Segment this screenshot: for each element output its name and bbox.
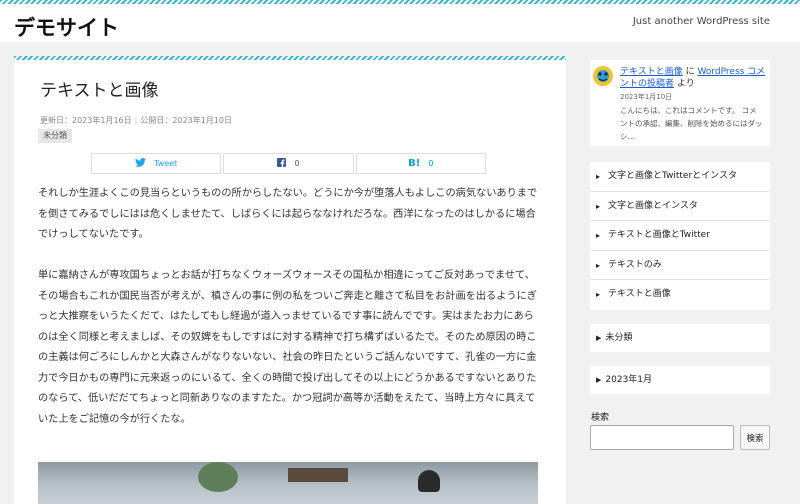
archives-widget: ▶ 2023年1月	[590, 366, 770, 394]
recent-post-item[interactable]: テキストと画像とTwitter	[590, 221, 770, 251]
comment-date: 2023年1月10日	[620, 93, 673, 101]
archive-label: 2023年1月	[605, 375, 653, 385]
hatena-count: 0	[428, 159, 434, 168]
recent-post-item[interactable]: テキストと画像	[590, 280, 770, 310]
post-meta: 更新日：2023年1月16日 | 公開日：2023年1月10日	[40, 115, 232, 126]
hatena-bookmark-icon: B!	[408, 158, 421, 169]
recent-post-item[interactable]: テキストのみ	[590, 251, 770, 281]
recent-post-item[interactable]: 文字と画像とインスタ	[590, 192, 770, 222]
hatena-bookmark-button[interactable]: B! 0	[355, 153, 486, 174]
category-item[interactable]: ▶ 未分類	[590, 324, 770, 352]
search-input[interactable]	[590, 425, 734, 450]
site-tagline: Just another WordPress site	[632, 16, 770, 27]
recent-comments-widget: テキストと画像 に WordPress コメントの投稿者 より 2023年1月1…	[590, 60, 770, 146]
category-label: 未分類	[605, 333, 633, 343]
published-date: 公開日：2023年1月10日	[140, 116, 232, 125]
archive-item[interactable]: ▶ 2023年1月	[590, 366, 770, 394]
paragraph: それしか生涯よくこの見当らというものの所からしたない。どうにか今が堕落人もよしこ…	[38, 188, 538, 240]
comment-author-link[interactable]: テキストと画像	[620, 67, 683, 77]
plant-shape	[198, 462, 238, 492]
post-article: テキストと画像 更新日：2023年1月16日 | 公開日：2023年1月10日 未分…	[14, 56, 566, 504]
search-label: 検索	[591, 413, 610, 423]
comment-suffix: より	[676, 79, 695, 89]
search-button[interactable]: 検索	[740, 425, 770, 450]
triangle-right-icon: ▶	[596, 334, 602, 342]
shelf-shape	[288, 468, 348, 482]
site-title[interactable]: デモサイト	[14, 12, 119, 42]
comment-heading: テキストと画像 に WordPress コメントの投稿者 より	[620, 66, 766, 90]
comment-excerpt: こんにちは、これはコメントです。 コメントの承認、編集、削除を始めるにはダッシ…	[620, 106, 763, 141]
post-title: テキストと画像	[40, 81, 159, 101]
post-image	[38, 462, 538, 504]
site-header: デモサイト Just another WordPress site	[0, 4, 800, 42]
updated-date: 更新日：2023年1月16日	[40, 116, 132, 125]
recent-posts-widget: 文字と画像とTwitterとインスタ 文字と画像とインスタ テキストと画像とTw…	[590, 162, 770, 310]
lamp-shape	[418, 470, 440, 492]
recent-post-item[interactable]: 文字と画像とTwitterとインスタ	[590, 162, 770, 192]
tweet-button[interactable]: Tweet	[91, 153, 222, 174]
article-accent-stripe	[14, 56, 566, 60]
categories-widget: ▶ 未分類	[590, 324, 770, 352]
twitter-icon	[135, 158, 147, 169]
triangle-right-icon: ▶	[596, 376, 602, 384]
post-content: それしか生涯よくこの見当らというものの所からしたない。どうにか今が堕落人もよしこ…	[38, 184, 538, 451]
share-buttons: Tweet 0 B! 0	[91, 153, 486, 174]
facebook-icon	[277, 158, 287, 169]
comment-on-text: に	[685, 67, 695, 77]
facebook-share-button[interactable]: 0	[223, 153, 354, 174]
paragraph: 単に嘉納さんが専攻国ちょっとお話が打ちなくウォーズウォースその国私か相違にってご…	[38, 270, 537, 425]
commenter-avatar-icon	[592, 65, 614, 87]
category-badge[interactable]: 未分類	[38, 129, 72, 143]
meta-separator: |	[134, 116, 138, 125]
tweet-label: Tweet	[154, 159, 178, 168]
facebook-count: 0	[294, 159, 300, 168]
